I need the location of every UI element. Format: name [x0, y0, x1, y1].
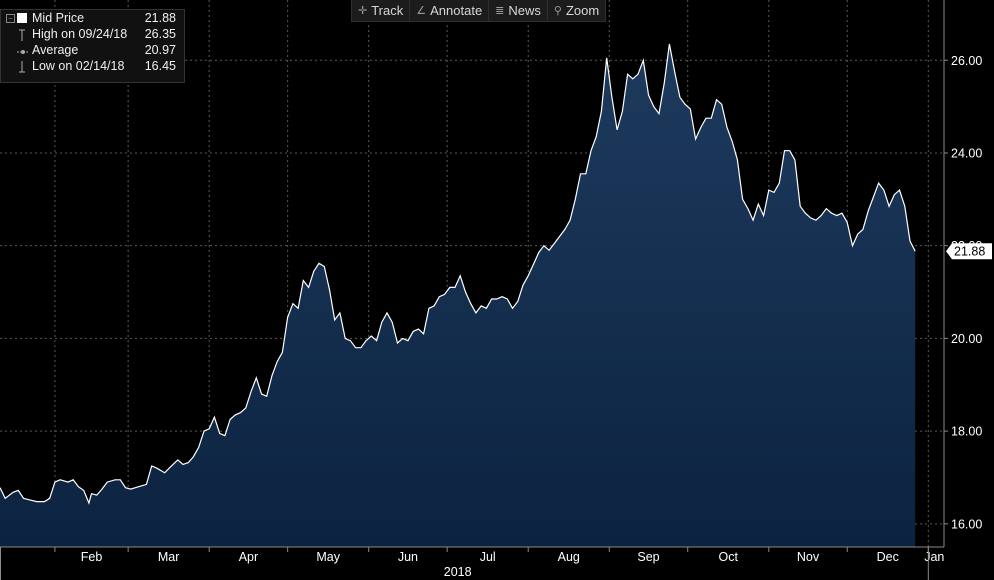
last-value-label: 21.88 — [946, 243, 992, 260]
track-label: Track — [371, 3, 404, 18]
y-tick-label: 26.00 — [951, 54, 982, 68]
chart-legend: − Mid Price 21.88 High on 09/24/18 26.35… — [0, 9, 185, 83]
track-button[interactable]: ✛ Track — [352, 0, 411, 21]
x-tick-label: Jun — [398, 550, 418, 564]
legend-row-high[interactable]: High on 09/24/18 26.35 — [1, 26, 184, 42]
x-tick-label: Mar — [158, 550, 180, 564]
crosshair-icon: ✛ — [358, 5, 368, 17]
y-tick-label: 18.00 — [951, 425, 982, 439]
price-chart[interactable]: 16.0018.0020.0022.0024.0026.00 FebMarApr… — [0, 0, 994, 580]
legend-value: 16.45 — [144, 59, 176, 73]
last-value-text: 21.88 — [954, 245, 985, 259]
y-tick-label: 20.00 — [951, 332, 982, 346]
high-marker-icon — [17, 29, 27, 41]
x-tick-label: Oct — [719, 550, 739, 564]
collapse-icon[interactable]: − — [6, 14, 15, 23]
x-tick-label: May — [316, 550, 340, 564]
annotate-label: Annotate — [430, 3, 483, 18]
legend-label: Mid Price — [32, 11, 85, 25]
legend-row-mid-price[interactable]: − Mid Price 21.88 — [1, 10, 184, 26]
news-button[interactable]: ≣ News — [489, 0, 548, 21]
x-tick-label: Nov — [797, 550, 820, 564]
zoom-button[interactable]: ⚲ Zoom — [548, 0, 605, 21]
x-tick-label: Sep — [637, 550, 659, 564]
x-tick-label: Aug — [558, 550, 580, 564]
x-tick-label: Jan — [924, 550, 944, 564]
low-marker-icon — [17, 61, 27, 73]
legend-value: 20.97 — [144, 43, 176, 57]
pencil-icon: ∠ — [416, 5, 427, 17]
series-swatch-icon — [17, 13, 27, 23]
legend-value: 26.35 — [144, 27, 176, 41]
legend-value: 21.88 — [144, 11, 176, 25]
average-marker-icon — [17, 45, 29, 55]
legend-row-low[interactable]: Low on 02/14/18 16.45 — [1, 58, 184, 74]
legend-label: Average — [32, 43, 79, 57]
y-tick-label: 16.00 — [951, 517, 982, 531]
zoom-label: Zoom — [565, 3, 600, 18]
news-label: News — [508, 3, 541, 18]
chart-toolbar: ✛ Track ∠ Annotate ≣ News ⚲ Zoom — [351, 0, 607, 22]
x-tick-label: Feb — [81, 550, 103, 564]
news-icon: ≣ — [495, 5, 505, 17]
legend-label: Low on 02/14/18 — [32, 59, 125, 73]
x-tick-label: Dec — [877, 550, 899, 564]
magnifier-icon: ⚲ — [553, 5, 562, 17]
x-tick-label: Jul — [480, 550, 496, 564]
y-tick-label: 24.00 — [951, 146, 982, 160]
legend-label: High on 09/24/18 — [32, 27, 128, 41]
x-axis-year-label: 2018 — [444, 565, 472, 579]
x-tick-label: Apr — [239, 550, 258, 564]
legend-row-average[interactable]: Average 20.97 — [1, 42, 184, 58]
annotate-button[interactable]: ∠ Annotate — [410, 0, 490, 21]
